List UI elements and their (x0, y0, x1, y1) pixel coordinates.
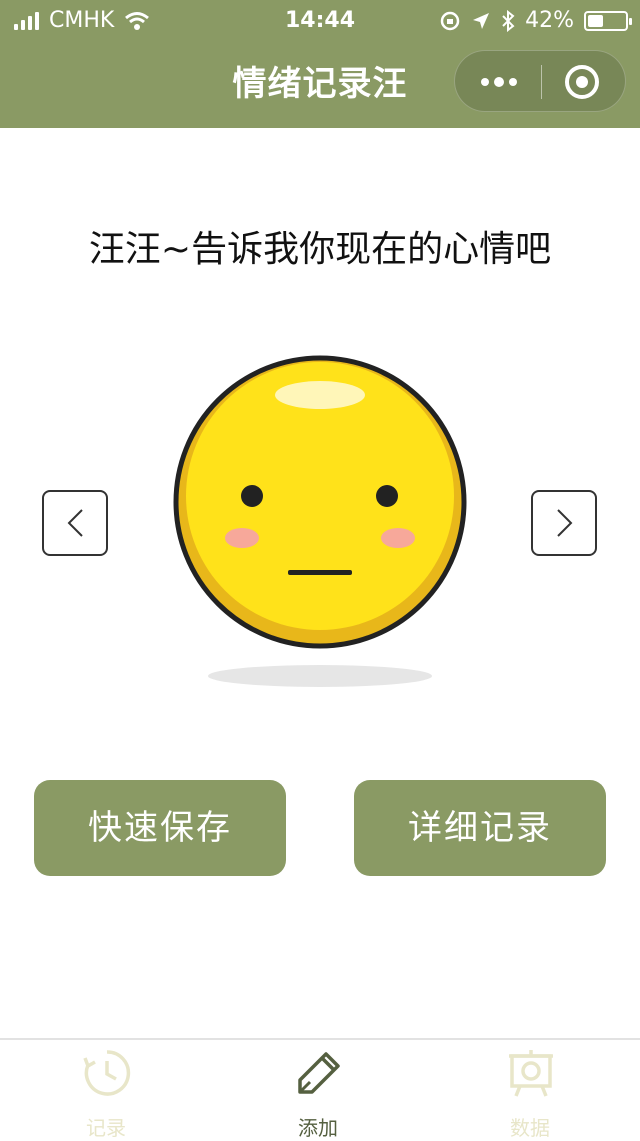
tab-add-label: 添加 (298, 1116, 338, 1140)
tab-add[interactable]: 添加 (258, 1040, 378, 1140)
pen-icon (298, 1052, 340, 1094)
chevron-right-icon (557, 509, 573, 537)
tab-bar: 记录 添加 数据 (0, 1038, 640, 1140)
clock-history-icon (83, 1050, 131, 1096)
bluetooth-icon (502, 9, 515, 32)
chart-board-icon (509, 1050, 553, 1097)
more-options-icon[interactable] (477, 65, 521, 99)
location-arrow-icon (473, 12, 490, 29)
detail-record-button[interactable]: 详细记录 (354, 780, 606, 876)
close-mini-program-icon[interactable] (565, 65, 599, 99)
tab-data-label: 数据 (510, 1116, 550, 1140)
chevron-left-icon (67, 509, 83, 537)
capsule-divider (541, 65, 542, 99)
next-mood-button[interactable] (531, 490, 597, 556)
tab-data[interactable]: 数据 (470, 1040, 590, 1140)
battery-icon (584, 10, 632, 31)
quick-save-button[interactable]: 快速保存 (34, 780, 286, 876)
status-bar: CMHK 14:44 42% (0, 0, 640, 40)
tab-record-label: 记录 (86, 1116, 126, 1140)
mini-program-capsule (454, 50, 626, 112)
previous-mood-button[interactable] (42, 490, 108, 556)
mood-prompt: 汪汪~告诉我你现在的心情吧 (88, 229, 552, 270)
status-right: 42% (439, 8, 632, 33)
top-bar: CMHK 14:44 42% 情绪记录汪 (0, 0, 640, 128)
tab-record[interactable]: 记录 (46, 1040, 166, 1140)
rotation-lock-icon (440, 11, 460, 30)
battery-label: 42% (525, 8, 574, 33)
mood-emoji (170, 350, 470, 700)
neutral-face-icon (173, 355, 467, 687)
